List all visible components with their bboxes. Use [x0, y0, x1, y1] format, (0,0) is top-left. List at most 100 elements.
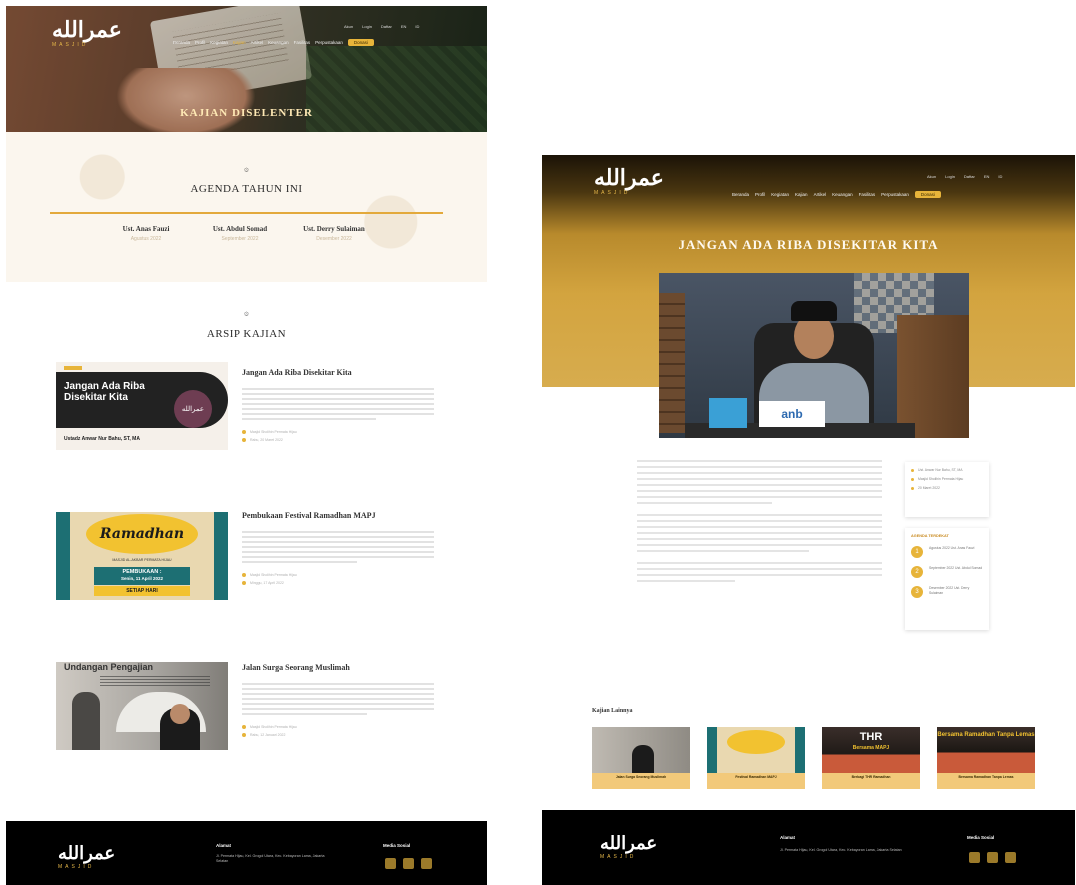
- related-card[interactable]: THR Bersama MAPJ Berbagi THR Ramadhan: [822, 727, 920, 789]
- thumb-title: Jangan Ada Riba Disekitar Kita: [64, 381, 145, 403]
- instagram-icon[interactable]: [987, 852, 998, 863]
- article-thumbnail[interactable]: Jangan Ada Riba Disekitar Kita عمرالله U…: [56, 362, 228, 450]
- article-thumbnail[interactable]: Ramadhan MASJID AL-AKBAR PERMATA HIJAU P…: [56, 512, 228, 600]
- agenda-number: 3: [911, 586, 923, 598]
- photo-cabinet: [659, 293, 685, 433]
- topbar-link-id[interactable]: ID: [998, 174, 1002, 179]
- ornament-icon: ۞: [244, 164, 249, 173]
- site-logo[interactable]: عمرالله MASJID: [594, 167, 664, 196]
- nav-item-keuangan[interactable]: Keuangan: [832, 192, 853, 197]
- instagram-icon[interactable]: [403, 858, 414, 869]
- facebook-icon[interactable]: [969, 852, 980, 863]
- site-footer: عمرالله MASJID Alamat Jl. Permata Hijau,…: [6, 821, 487, 885]
- youtube-icon[interactable]: [1005, 852, 1016, 863]
- kajian-info-card: Ust. Anwar Nur Bahu, ST, MA Masjid Sholi…: [905, 462, 989, 517]
- related-card[interactable]: Bersama Ramadhan Tanpa Lemas Bersama Ram…: [937, 727, 1035, 789]
- agenda-number: 2: [911, 566, 923, 578]
- topbar-link-id[interactable]: ID: [415, 24, 419, 29]
- hero-title: KAJIAN DISELENTER: [180, 107, 313, 119]
- related-image-title: Bersama Ramadhan Tanpa Lemas: [937, 732, 1035, 738]
- nav-item-beranda[interactable]: Beranda: [732, 192, 749, 197]
- youtube-icon[interactable]: [421, 858, 432, 869]
- location-icon: [242, 725, 246, 729]
- upcoming-agenda-item[interactable]: 3 Desember 2022 Ust. Derry Sulaiman: [911, 586, 983, 598]
- site-logo[interactable]: عمرالله MASJID: [52, 19, 122, 48]
- related-caption: Bersama Ramadhan Tanpa Lemas: [958, 775, 1014, 779]
- thumb-opening-label: PEMBUKAAN :: [122, 569, 162, 575]
- content-paragraph: [637, 562, 882, 582]
- agenda-section: ۞ AGENDA TAHUN INI Ust. Anas Fauzi Agust…: [6, 132, 487, 282]
- topbar-link-daftar[interactable]: Daftar: [381, 24, 392, 29]
- related-card[interactable]: Jalan Surga Seorang Muslimah: [592, 727, 690, 789]
- content-paragraph: [637, 460, 882, 504]
- topbar-links: Akun Login Daftar EN ID: [927, 174, 1002, 179]
- topbar-link-en[interactable]: EN: [401, 24, 407, 29]
- article-body: Jangan Ada Riba Disekitar Kita Masjid Sh…: [242, 362, 434, 446]
- article-body: Pembukaan Festival Ramadhan MAPJ Masjid …: [242, 505, 434, 589]
- speaker-date: September 2022: [221, 236, 259, 242]
- nav-item-perpustakaan[interactable]: Perpustakaan: [881, 192, 909, 197]
- donate-button[interactable]: Donasi: [914, 191, 941, 198]
- agenda-item[interactable]: Ust. Derry Sulaiman Desember 2022: [298, 225, 370, 242]
- calendar-icon: [242, 438, 246, 442]
- user-icon: [911, 468, 914, 472]
- topbar-link-akun[interactable]: Akun: [344, 24, 353, 29]
- upcoming-agenda-item[interactable]: 1 Agustus 2022 Ust. Anas Fauzi: [911, 546, 983, 558]
- thumb-subtitle: MASJID AL-AKBAR PERMATA HIJAU: [112, 558, 172, 562]
- nav-item-profil[interactable]: Profil: [755, 192, 765, 197]
- thumb-tag: [64, 366, 82, 370]
- footer-logo[interactable]: عمرالله MASJID: [600, 835, 657, 860]
- content-paragraph: [637, 514, 882, 552]
- article-thumbnail[interactable]: Undangan Pengajian: [56, 662, 228, 750]
- nav-item-artikel[interactable]: Artikel: [814, 192, 827, 197]
- donate-button[interactable]: Donasi: [347, 39, 374, 46]
- related-caption: Jalan Surga Seorang Muslimah: [615, 775, 667, 779]
- nav-item-artikel[interactable]: Artikel: [251, 40, 264, 45]
- nav-item-profil[interactable]: Profil: [195, 40, 205, 45]
- thumb-ramadhan-logo: Ramadhan: [86, 514, 198, 554]
- thumb-badge: عمرالله: [174, 390, 212, 428]
- upcoming-agenda-item[interactable]: 2 September 2022 Ust. Abdul Somad: [911, 566, 983, 578]
- related-card[interactable]: Festival Ramadhan MAPJ: [707, 727, 805, 789]
- thumb-footer: SETIAP HARI: [94, 586, 190, 596]
- related-image: THR Bersama MAPJ: [822, 727, 920, 773]
- nav-item-fasilitas[interactable]: Fasilitas: [294, 40, 311, 45]
- site-footer: عمرالله MASJID Alamat Jl. Permata Hijau,…: [542, 810, 1075, 885]
- nav-item-perpustakaan[interactable]: Perpustakaan: [315, 40, 343, 45]
- agenda-number: 1: [911, 546, 923, 558]
- topbar-link-en[interactable]: EN: [984, 174, 990, 179]
- related-image: [707, 727, 805, 773]
- article-excerpt: [242, 683, 434, 715]
- article-date: Rabu, 20 Maret 2022: [250, 438, 283, 442]
- agenda-item[interactable]: Ust. Anas Fauzi Agustus 2022: [110, 225, 182, 242]
- nav-item-kajian[interactable]: Kajian: [795, 192, 808, 197]
- nav-item-kegiatan[interactable]: Kegiatan: [771, 192, 789, 197]
- calendar-icon: [242, 733, 246, 737]
- topbar-link-akun[interactable]: Akun: [927, 174, 936, 179]
- related-caption: Berbagi THR Ramadhan: [851, 775, 891, 779]
- logo-subtitle: MASJID: [52, 42, 89, 48]
- nav-item-kegiatan[interactable]: Kegiatan: [210, 40, 228, 45]
- topbar-link-daftar[interactable]: Daftar: [964, 174, 975, 179]
- article-date: Rabu, 12 Januari 2022: [250, 733, 286, 737]
- article-body: Jalan Surga Seorang Muslimah Masjid Shol…: [242, 657, 434, 741]
- logo-mark: عمرالله: [600, 833, 658, 854]
- related-image-subtitle: Bersama MAPJ: [852, 745, 890, 751]
- agenda-speakers: Ust. Anas Fauzi Agustus 2022 Ust. Abdul …: [110, 225, 370, 242]
- topbar-link-login[interactable]: Login: [362, 24, 372, 29]
- speaker-date: Agustus 2022: [130, 236, 162, 242]
- nav-item-kajian[interactable]: Kajian: [233, 40, 246, 45]
- photo-tissue-box: [709, 398, 747, 428]
- article-title[interactable]: Pembukaan Festival Ramadhan MAPJ: [242, 511, 376, 520]
- nav-item-fasilitas[interactable]: Fasilitas: [859, 192, 876, 197]
- agenda-item[interactable]: Ust. Abdul Somad September 2022: [204, 225, 276, 242]
- facebook-icon[interactable]: [385, 858, 396, 869]
- nav-item-keuangan[interactable]: Keuangan: [268, 40, 289, 45]
- nav-item-beranda[interactable]: Beranda: [173, 40, 190, 45]
- article-title[interactable]: Jalan Surga Seorang Muslimah: [242, 663, 350, 672]
- article-date: Minggu, 17 April 2022: [250, 581, 284, 585]
- article-title[interactable]: Jangan Ada Riba Disekitar Kita: [242, 368, 352, 377]
- article-location: Masjid Sholihin Permata Hijau: [250, 573, 297, 577]
- topbar-link-login[interactable]: Login: [945, 174, 955, 179]
- footer-logo[interactable]: عمرالله MASJID: [58, 845, 115, 870]
